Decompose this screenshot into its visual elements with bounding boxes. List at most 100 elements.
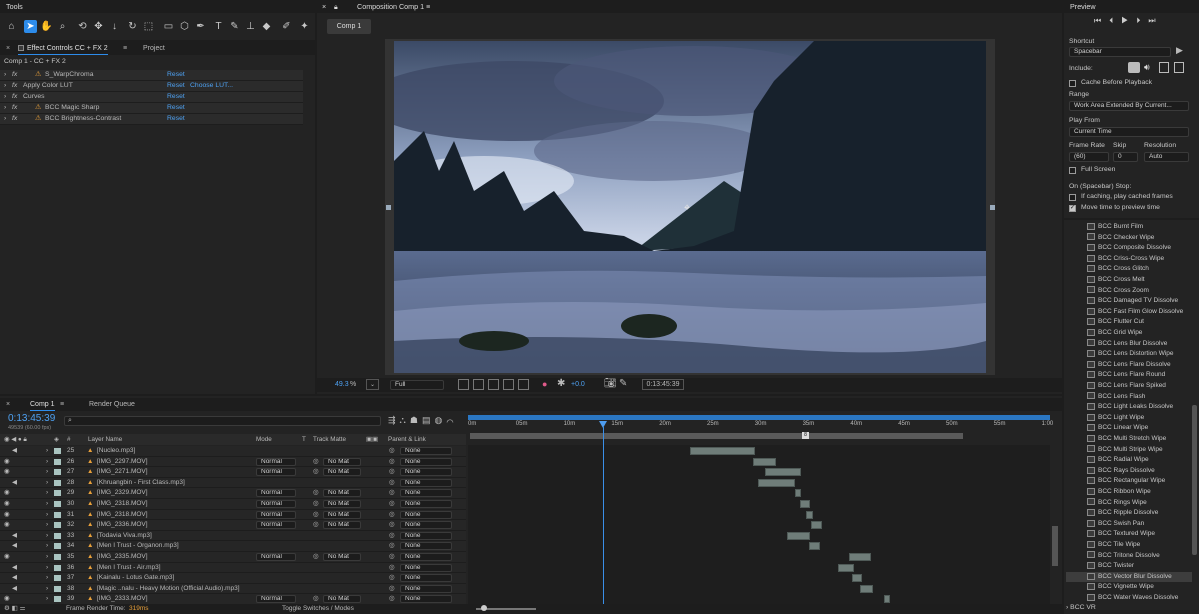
expand-arrow-icon[interactable]: › <box>4 103 6 113</box>
include-overlays-icon[interactable] <box>1159 62 1169 73</box>
graph-editor-icon[interactable]: ⌒ <box>446 415 457 425</box>
pen-tool-icon[interactable]: ✒ <box>194 20 207 33</box>
home-icon[interactable]: ⌂ <box>5 20 18 33</box>
layer-row[interactable]: ◉ › 30 ▲ [IMG_2318.MOV] Normal ◎ No Mat ◎ None <box>0 499 466 510</box>
roto-brush-icon[interactable]: ✐ <box>280 20 293 33</box>
effect-row[interactable]: › fx ⚠ BCC Magic Sharp Reset <box>0 103 303 114</box>
layer-twirl-icon[interactable]: › <box>46 467 48 477</box>
panel-menu-icon[interactable]: ≡ <box>60 398 64 411</box>
expand-arrow-icon[interactable]: › <box>4 114 6 124</box>
effect-preset-item[interactable]: BCC Textured Wipe <box>1087 529 1155 540</box>
pickwhip-icon[interactable]: ◎ <box>313 520 319 530</box>
effect-preset-item[interactable]: BCC Multi Stretch Wipe <box>1087 434 1166 445</box>
orbit-camera-icon[interactable]: ⟲ <box>76 20 89 33</box>
effect-preset-item[interactable]: BCC Rectangular Wipe <box>1087 476 1165 487</box>
zoom-tool-icon[interactable]: ⌕ <box>56 20 69 33</box>
reset-link[interactable]: Reset <box>167 114 185 124</box>
current-time-display[interactable]: 0:13:45:39 <box>642 379 684 390</box>
rectangle-tool-icon[interactable]: ▭ <box>162 20 175 33</box>
zoom-slider-handle[interactable] <box>481 605 487 611</box>
effect-preset-item[interactable]: BCC Cross Melt <box>1087 275 1145 286</box>
layer-name[interactable]: [IMG_2297.MOV] <box>97 457 148 467</box>
choose-lut-link[interactable]: Choose LUT... <box>190 81 233 91</box>
effect-preset-item[interactable]: BCC Ribbon Wipe <box>1087 487 1151 498</box>
video-visibility-icon[interactable]: ◉ <box>4 594 10 604</box>
layer-row[interactable]: ◀ › 28 ▲ [Khruangbin - First Class.mp3] ◎ None <box>0 477 466 489</box>
zoom-value[interactable]: 49.3 <box>335 381 349 388</box>
skip-dropdown[interactable]: 0 <box>1113 152 1138 162</box>
blend-mode-dropdown[interactable]: Normal <box>256 489 296 498</box>
layer-row[interactable]: ◀ › 36 ▲ [Men I Trust - Air.mp3] ◎ None <box>0 562 466 574</box>
project-tab[interactable]: Project <box>143 42 165 55</box>
play-from-dropdown[interactable]: Current Time <box>1069 127 1189 137</box>
parent-dropdown[interactable]: None <box>400 542 452 551</box>
video-visibility-icon[interactable]: ◉ <box>4 499 10 509</box>
audio-icon[interactable]: ◀ <box>12 478 17 488</box>
video-visibility-icon[interactable]: ◉ <box>4 467 10 477</box>
layer-row[interactable]: ◀ › 38 ▲ [Magic ..nalu - Heavy Motion (Offic… <box>0 583 466 595</box>
layer-duration-bar[interactable] <box>689 447 755 455</box>
hand-tool-icon[interactable]: ✋ <box>40 20 53 33</box>
last-frame-icon[interactable]: ⏭ <box>1148 16 1163 25</box>
effect-preset-item[interactable]: BCC Light Wipe <box>1087 413 1144 424</box>
video-visibility-icon[interactable]: ◉ <box>4 552 10 562</box>
parent-pickwhip-icon[interactable]: ◎ <box>389 520 395 530</box>
layer-search-input[interactable]: ⌕ <box>64 416 381 426</box>
fx-switch-icon[interactable]: fx <box>12 103 17 113</box>
label-color-swatch[interactable] <box>54 575 61 582</box>
expand-arrow-icon[interactable]: › <box>4 70 6 80</box>
blend-mode-dropdown[interactable]: Normal <box>256 553 296 561</box>
blend-mode-dropdown[interactable]: Normal <box>256 521 296 530</box>
grid-icon[interactable] <box>518 379 529 390</box>
effect-preset-item[interactable]: BCC Light Leaks Dissolve <box>1087 402 1173 413</box>
layer-name[interactable]: [Nucleo.mp3] <box>97 446 135 456</box>
parent-dropdown[interactable]: None <box>400 595 452 604</box>
region-of-interest-icon[interactable] <box>458 379 469 390</box>
layer-name[interactable]: [IMG_2335.MOV] <box>97 552 148 562</box>
footer-switch-icons[interactable]: ⚙ ◧ ⚌ <box>4 604 25 614</box>
parent-dropdown[interactable]: None <box>400 489 452 498</box>
label-color-swatch[interactable] <box>54 501 61 507</box>
layer-row[interactable]: ◉ › 39 ▲ [IMG_2333.MOV] Normal ◎ No Mat ◎ None <box>0 594 466 605</box>
selection-tool-icon[interactable]: ➤ <box>24 20 37 33</box>
effect-row[interactable]: › fx Curves Reset <box>0 92 303 103</box>
layer-twirl-icon[interactable]: › <box>46 446 48 456</box>
audio-icon[interactable]: ◀ <box>12 446 17 456</box>
video-visibility-icon[interactable]: ◉ <box>4 510 10 520</box>
parent-pickwhip-icon[interactable]: ◎ <box>389 478 395 488</box>
effect-preset-item[interactable]: BCC Lens Flare Dissolve <box>1087 360 1171 371</box>
pickwhip-icon[interactable]: ◎ <box>313 499 319 509</box>
composition-tab[interactable]: × 🔒︎ Composition Comp 1 ≡ <box>317 0 1062 13</box>
move-time-checkbox[interactable]: ✓ <box>1069 205 1076 212</box>
pickwhip-icon[interactable]: ◎ <box>313 510 319 520</box>
label-color-swatch[interactable] <box>54 522 61 529</box>
parent-dropdown[interactable]: None <box>400 500 452 508</box>
column-layer-name-header[interactable]: Layer Name <box>88 434 122 445</box>
layer-duration-bar[interactable] <box>849 553 871 561</box>
channel-icon[interactable] <box>503 379 514 390</box>
layer-duration-bar[interactable] <box>852 574 862 583</box>
effect-preset-item[interactable]: BCC Checker Wipe <box>1087 233 1154 244</box>
parent-dropdown[interactable]: None <box>400 468 452 477</box>
layer-twirl-icon[interactable]: › <box>46 531 48 541</box>
parent-pickwhip-icon[interactable]: ◎ <box>389 510 395 520</box>
reset-link[interactable]: Reset <box>167 70 185 80</box>
audio-icon[interactable]: ◀ <box>12 541 17 551</box>
include-layers-icon[interactable] <box>1174 62 1184 73</box>
parent-pickwhip-icon[interactable]: ◎ <box>389 552 395 562</box>
layer-twirl-icon[interactable]: › <box>46 552 48 562</box>
layer-twirl-icon[interactable]: › <box>46 594 48 604</box>
parent-dropdown[interactable]: None <box>400 510 452 519</box>
transparency-grid-icon[interactable] <box>473 379 484 390</box>
parent-dropdown[interactable]: None <box>400 457 452 466</box>
layer-duration-bar[interactable] <box>808 542 820 551</box>
parent-pickwhip-icon[interactable]: ◎ <box>389 563 395 573</box>
expand-arrow-icon[interactable]: › <box>4 92 6 102</box>
effect-row[interactable]: › fx ⚠ S_WarpChroma Reset <box>0 70 303 81</box>
close-tab-icon[interactable]: × <box>6 398 10 411</box>
effect-preset-item[interactable]: BCC Vector Blur Dissolve <box>1066 571 1192 583</box>
parent-pickwhip-icon[interactable]: ◎ <box>389 457 395 467</box>
video-visibility-icon[interactable]: ◉ <box>4 457 10 467</box>
layer-name[interactable]: [IMG_2336.MOV] <box>97 520 148 530</box>
composition-viewer[interactable]: ⌖ <box>394 41 986 373</box>
